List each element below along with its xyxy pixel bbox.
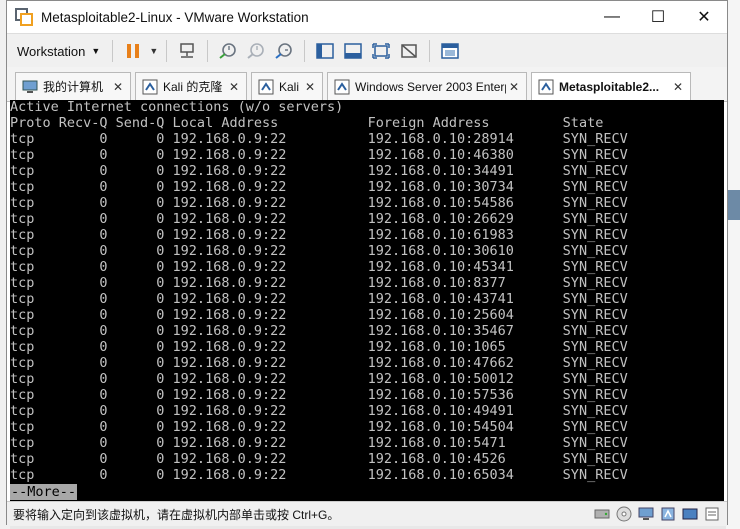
snapshot-icon — [219, 43, 237, 59]
power-dropdown-icon[interactable]: ▼ — [149, 46, 158, 56]
vm-icon — [334, 79, 350, 94]
status-message: 要将输入定向到该虚拟机，请在虚拟机内部单击或按 Ctrl+G。 — [13, 507, 340, 522]
maximize-button[interactable]: ☐ — [635, 1, 681, 33]
toolbar-divider — [166, 40, 168, 62]
toolbar-divider — [112, 40, 114, 62]
netstat-output: Active Internet connections (w/o servers… — [10, 100, 628, 483]
tab-my-computer[interactable]: 我的计算机 ✕ — [15, 72, 131, 100]
close-icon[interactable]: ✕ — [226, 80, 242, 94]
close-icon[interactable]: ✕ — [670, 80, 686, 94]
snapshot-manager-button[interactable] — [270, 38, 298, 64]
workstation-menu-label: Workstation — [17, 43, 86, 59]
console-view-icon — [441, 43, 459, 59]
tab-label: 我的计算机 — [43, 80, 104, 94]
send-keys-button[interactable] — [173, 38, 201, 64]
usb-icon[interactable] — [659, 505, 677, 523]
vm-icon — [538, 79, 554, 95]
vm-icon — [258, 79, 274, 94]
more-prompt: --More-- — [10, 484, 78, 500]
desktop-right-edge — [726, 0, 740, 529]
library-icon — [316, 43, 334, 59]
chevron-down-icon: ▼ — [91, 46, 101, 56]
close-button[interactable]: ✕ — [681, 1, 727, 33]
vm-icon — [142, 79, 158, 94]
close-icon[interactable]: ✕ — [506, 80, 522, 94]
tab-kali[interactable]: Kali ✕ — [251, 72, 323, 100]
window-title: Metasploitable2-Linux - VMware Workstati… — [41, 9, 309, 25]
full-screen-button[interactable] — [367, 38, 395, 64]
tab-label: Metasploitable2... — [559, 80, 660, 94]
status-bar: 要将输入定向到该虚拟机，请在虚拟机内部单击或按 Ctrl+G。 — [7, 501, 727, 526]
pause-button[interactable] — [119, 38, 147, 64]
device-status-icons — [593, 505, 721, 523]
thumbnail-bar-button[interactable] — [339, 38, 367, 64]
cd-dvd-icon[interactable] — [615, 505, 633, 523]
revert-snapshot-icon — [247, 43, 265, 59]
tab-kali-clone[interactable]: Kali 的克隆 ✕ — [135, 72, 247, 100]
toolbar-divider — [304, 40, 306, 62]
workstation-menu-button[interactable]: Workstation ▼ — [11, 38, 106, 64]
snapshot-manager-icon — [275, 43, 293, 59]
tab-label: Windows Server 2003 Enterpr... — [355, 79, 506, 94]
minimize-button[interactable]: — — [589, 1, 635, 33]
vmware-window: Metasploitable2-Linux - VMware Workstati… — [6, 0, 728, 526]
computer-icon — [22, 80, 38, 93]
network-adapter-icon[interactable] — [637, 505, 655, 523]
tab-windows-server-2003[interactable]: Windows Server 2003 Enterpr... ✕ — [327, 72, 527, 100]
sound-card-icon[interactable] — [681, 505, 699, 523]
tab-label: Kali 的克隆 — [163, 80, 223, 94]
console-view-button[interactable] — [436, 38, 464, 64]
toolbar: Workstation ▼ ▼ — [7, 33, 727, 69]
toolbar-divider — [207, 40, 209, 62]
vmware-app-icon — [15, 8, 33, 26]
unity-button[interactable] — [395, 38, 423, 64]
network-send-icon — [180, 43, 194, 58]
hard-disk-icon[interactable] — [593, 505, 611, 523]
revert-snapshot-button[interactable] — [242, 38, 270, 64]
vm-console[interactable]: Active Internet connections (w/o servers… — [10, 100, 724, 501]
tab-bar: 我的计算机 ✕ Kali 的克隆 ✕ Kali ✕ Windows Server… — [7, 67, 727, 102]
close-icon[interactable]: ✕ — [302, 80, 318, 94]
pause-icon — [127, 44, 140, 58]
close-icon[interactable]: ✕ — [110, 80, 126, 94]
take-snapshot-button[interactable] — [214, 38, 242, 64]
full-screen-icon — [372, 43, 390, 59]
desktop-scroll-thumb — [728, 190, 740, 220]
unity-icon — [401, 44, 417, 58]
window-controls: — ☐ ✕ — [589, 1, 727, 33]
tab-metasploitable2[interactable]: Metasploitable2... ✕ — [531, 72, 691, 101]
show-library-button[interactable] — [311, 38, 339, 64]
message-log-icon[interactable] — [703, 505, 721, 523]
title-bar[interactable]: Metasploitable2-Linux - VMware Workstati… — [7, 1, 727, 33]
toolbar-divider — [429, 40, 431, 62]
thumbnail-icon — [344, 43, 362, 59]
tab-label: Kali — [279, 79, 300, 94]
